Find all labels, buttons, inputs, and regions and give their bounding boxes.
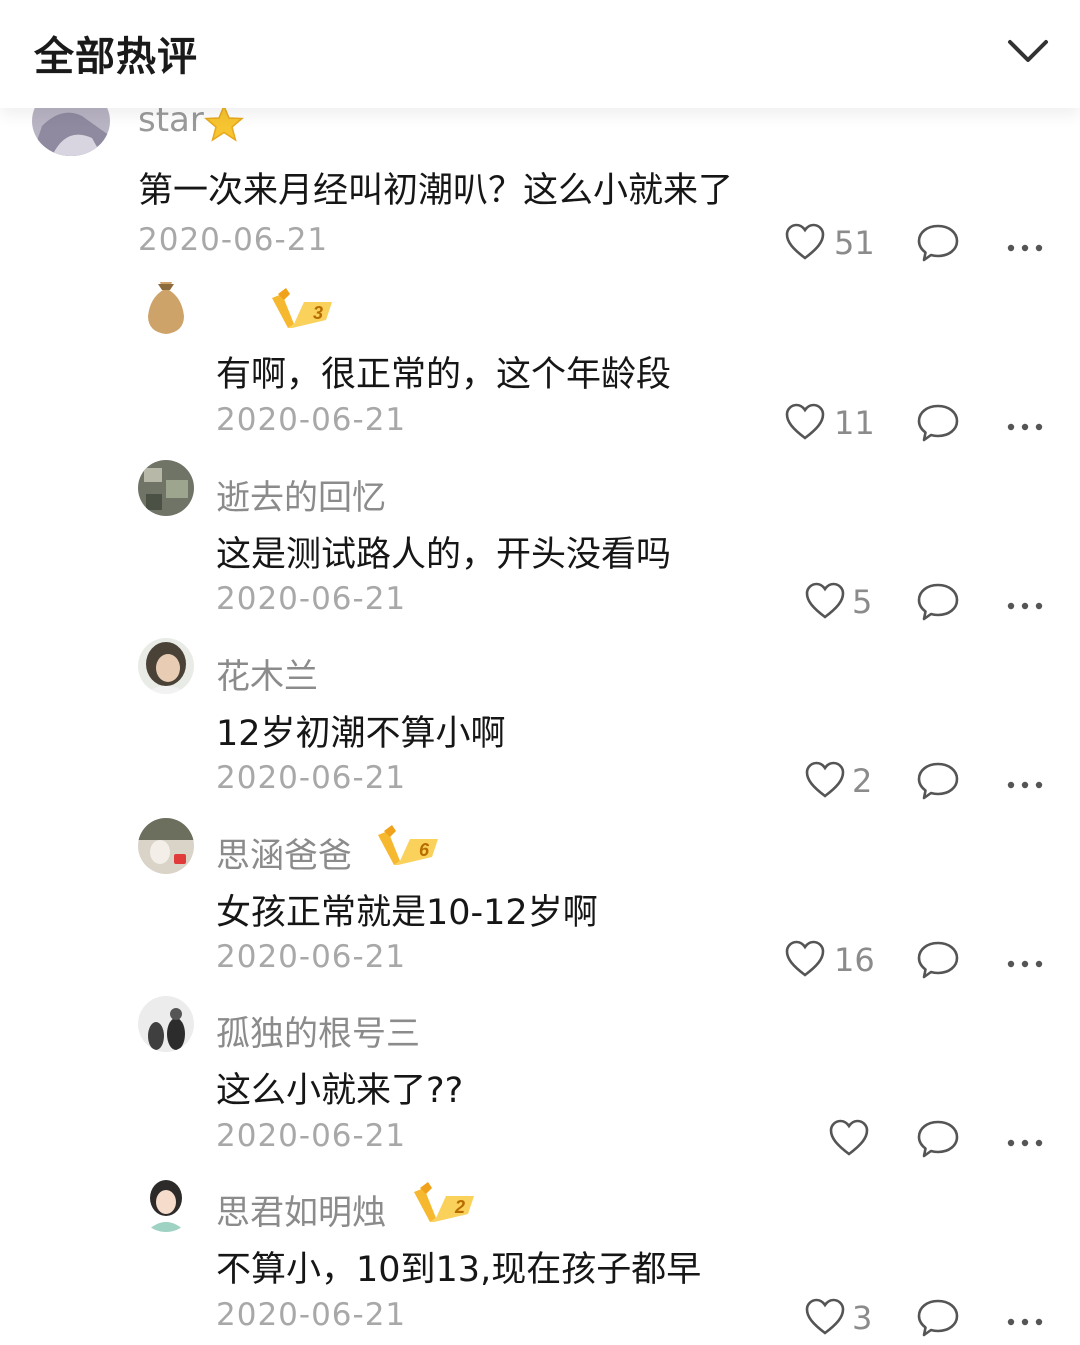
heart-outline-icon[interactable] [804, 1297, 846, 1341]
avatar[interactable] [138, 460, 194, 516]
avatar[interactable] [138, 996, 194, 1052]
comment-date: 2020-06-21 [216, 939, 407, 975]
speech-bubble-icon[interactable] [916, 222, 960, 268]
heart-outline-icon[interactable] [804, 760, 846, 804]
vip-badge-icon: 6 [376, 825, 442, 869]
ellipsis-icon[interactable] [1006, 238, 1044, 257]
ellipsis-icon[interactable] [1006, 417, 1044, 436]
avatar[interactable] [138, 280, 194, 336]
ellipsis-icon[interactable] [1006, 775, 1044, 794]
avatar[interactable] [138, 818, 194, 874]
comments-header: 全部热评 [0, 0, 1080, 108]
like-count: 2 [852, 762, 873, 800]
avatar[interactable] [138, 1176, 194, 1232]
username[interactable]: 逝去的回忆 [216, 470, 386, 519]
comment-text: 12岁初潮不算小啊 [216, 714, 506, 754]
heart-outline-icon[interactable] [804, 581, 846, 625]
like-count: 5 [852, 583, 873, 621]
speech-bubble-icon[interactable] [916, 581, 960, 627]
comment-date: 2020-06-21 [216, 581, 407, 617]
comment-text: 女孩正常就是10-12岁啊 [216, 893, 598, 933]
username[interactable]: 思涵爸爸 [216, 828, 352, 877]
page-title: 全部热评 [34, 34, 198, 80]
username[interactable]: 花木兰 [216, 649, 318, 698]
vip-badge-icon: 3 [270, 288, 336, 332]
heart-outline-icon[interactable] [784, 222, 826, 266]
star-icon [202, 104, 246, 146]
avatar[interactable] [138, 638, 194, 694]
ellipsis-icon[interactable] [1006, 954, 1044, 973]
comment-date: 2020-06-21 [138, 222, 329, 258]
speech-bubble-icon[interactable] [916, 939, 960, 985]
comment-text: 第一次来月经叫初潮叭？这么小就来了 [138, 171, 734, 211]
ellipsis-icon[interactable] [1006, 1312, 1044, 1331]
ellipsis-icon[interactable] [1006, 1133, 1044, 1152]
chevron-down-icon[interactable] [1000, 30, 1056, 70]
username[interactable]: 思君如明烛 [216, 1185, 386, 1234]
comment-date: 2020-06-21 [216, 1118, 407, 1154]
heart-outline-icon[interactable] [784, 939, 826, 983]
speech-bubble-icon[interactable] [916, 1297, 960, 1343]
vip-badge-icon: 2 [412, 1182, 478, 1226]
comment-text: 这么小就来了?? [216, 1071, 464, 1111]
heart-outline-icon[interactable] [784, 402, 826, 446]
like-count: 16 [834, 941, 875, 979]
vip-level: 3 [313, 303, 323, 323]
comment-date: 2020-06-21 [216, 402, 407, 438]
username[interactable]: 孤独的根号三 [216, 1006, 420, 1055]
like-count: 3 [852, 1299, 873, 1337]
like-count: 11 [834, 404, 875, 442]
comment-text: 这是测试路人的，开头没看吗 [216, 535, 672, 575]
vip-level: 6 [419, 840, 430, 860]
comment-text: 有啊，很正常的，这个年龄段 [216, 355, 672, 395]
speech-bubble-icon[interactable] [916, 760, 960, 806]
like-count: 51 [834, 224, 875, 262]
comment-text: 不算小，10到13,现在孩子都早 [216, 1250, 702, 1290]
ellipsis-icon[interactable] [1006, 596, 1044, 615]
heart-outline-icon[interactable] [828, 1118, 870, 1162]
comment-page: star 第一次来月经叫初潮叭？这么小就来了 2020-06-21 51 3 有… [0, 0, 1080, 1345]
speech-bubble-icon[interactable] [916, 402, 960, 448]
speech-bubble-icon[interactable] [916, 1118, 960, 1164]
comment-date: 2020-06-21 [216, 760, 407, 796]
comment-date: 2020-06-21 [216, 1297, 407, 1333]
vip-level: 2 [454, 1197, 465, 1217]
